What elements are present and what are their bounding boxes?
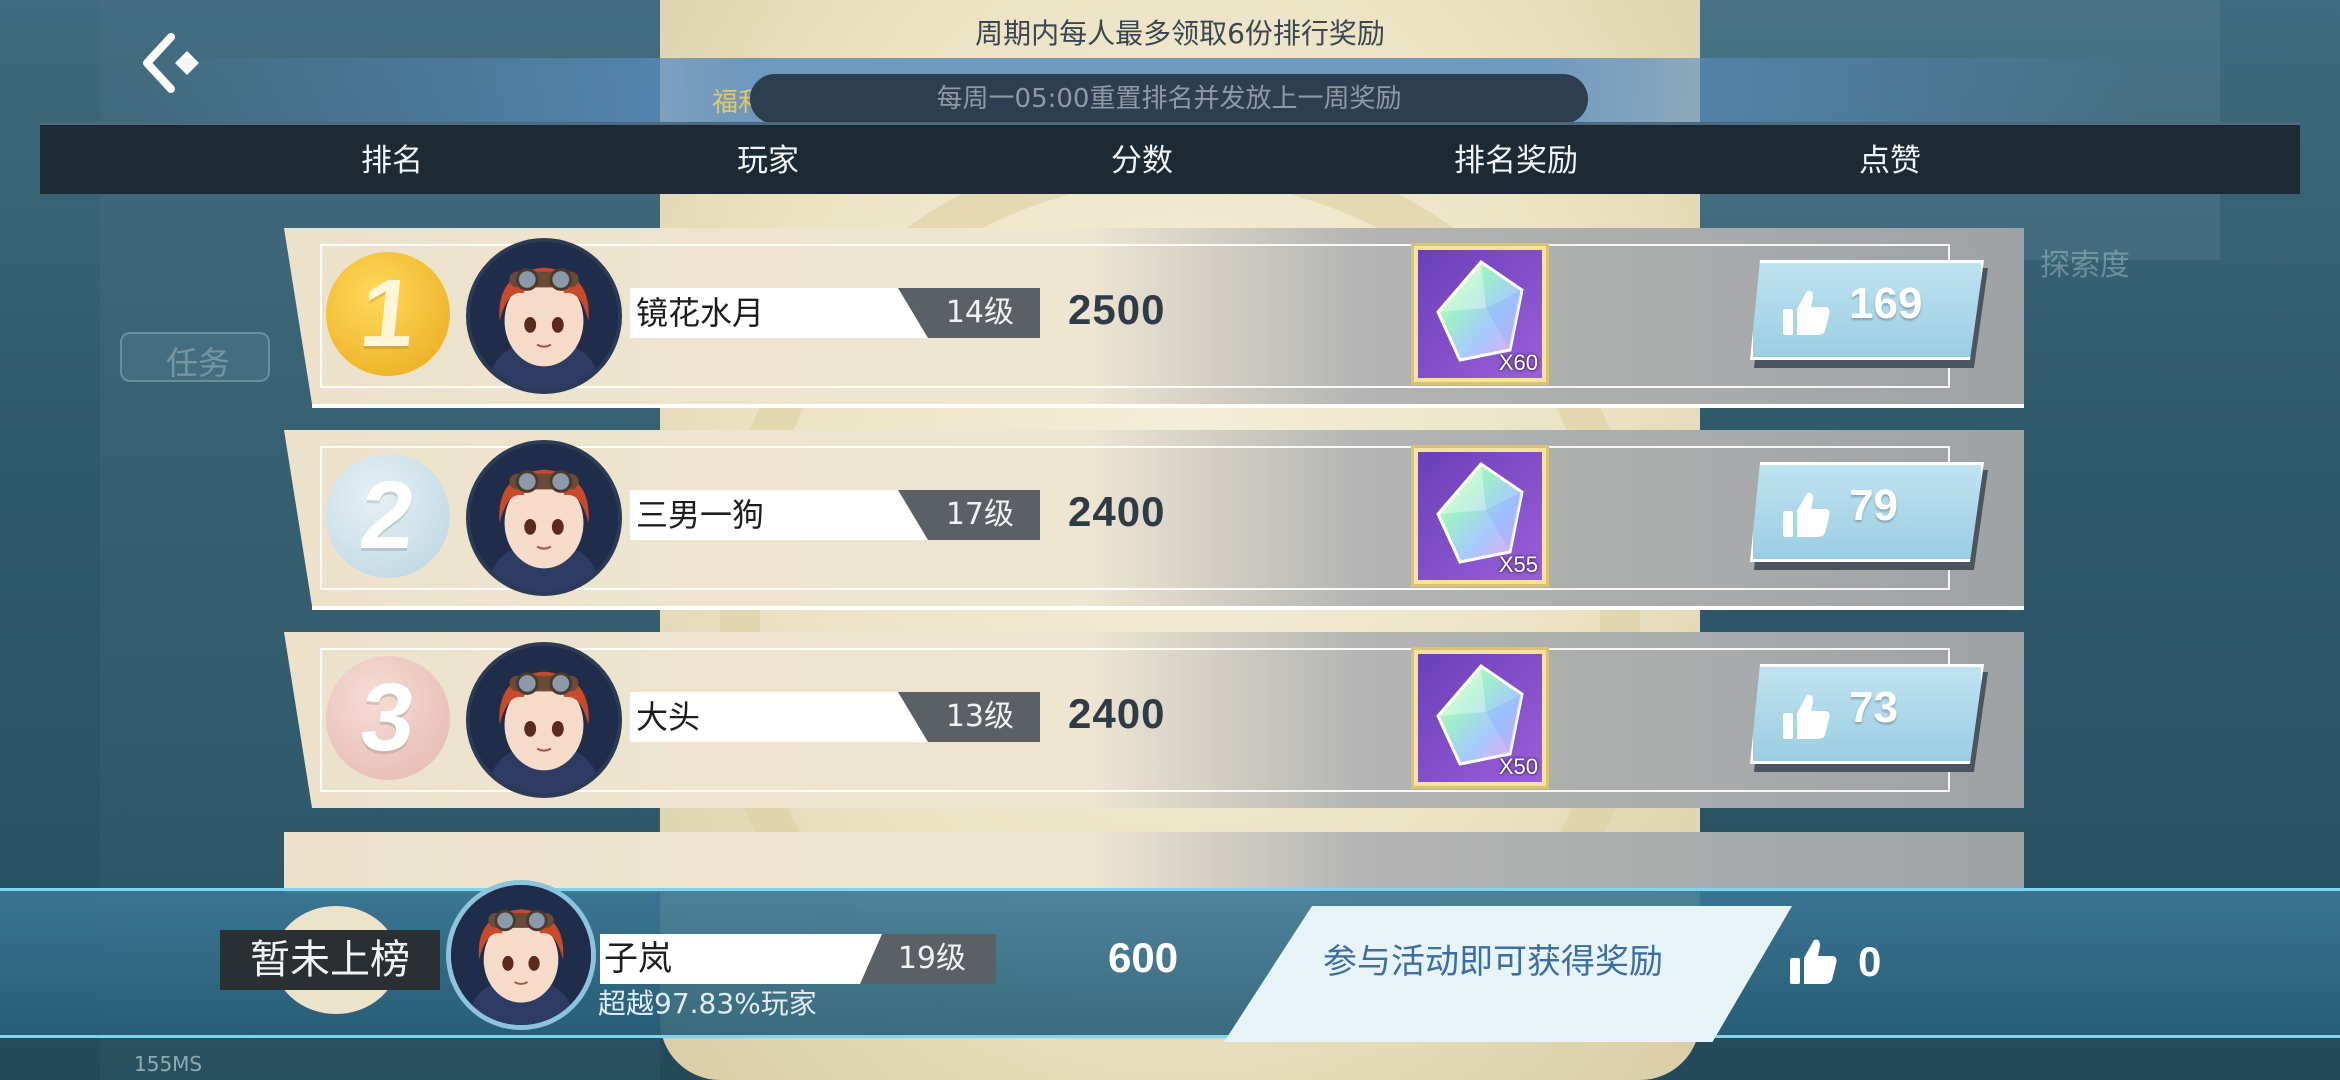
character-portrait-icon bbox=[451, 885, 591, 1025]
reward-count: X55 bbox=[1498, 552, 1538, 577]
self-reward-text: 参与活动即可获得奖励 bbox=[1323, 942, 1663, 982]
header-reward: 排名奖励 bbox=[1454, 143, 1578, 179]
character-portrait-icon bbox=[470, 646, 618, 794]
header-likes: 点赞 bbox=[1859, 143, 1921, 179]
like-button[interactable]: 79 bbox=[1750, 462, 1984, 562]
leaderboard-row: 2 三男一狗 17级 2400 X55 79 bbox=[284, 430, 2024, 610]
self-rank-label: 暂未上榜 bbox=[220, 930, 440, 990]
header-player: 玩家 bbox=[737, 143, 799, 179]
reward-item[interactable]: X60 bbox=[1414, 246, 1546, 382]
leaderboard-row: 3 大头 13级 2400 X50 73 bbox=[284, 632, 2024, 808]
reward-count: X50 bbox=[1498, 754, 1538, 779]
reset-notice: 每周一05:00重置排名并发放上一周奖励 bbox=[750, 74, 1588, 124]
background-exploration-label: 探索度 bbox=[2040, 248, 2130, 283]
player-score: 2400 bbox=[1068, 488, 1166, 535]
player-name: 镜花水月 bbox=[636, 294, 765, 332]
rank-number: 1 bbox=[355, 260, 421, 367]
thumbs-up-icon bbox=[1783, 492, 1830, 537]
reward-item[interactable]: X55 bbox=[1414, 448, 1546, 584]
player-avatar[interactable] bbox=[466, 440, 622, 596]
character-portrait-icon bbox=[470, 444, 618, 592]
self-percentile: 超越97.83%玩家 bbox=[598, 987, 817, 1020]
self-score: 600 bbox=[1108, 934, 1179, 981]
reward-count: X60 bbox=[1498, 350, 1538, 375]
leaderboard-header: 排名 玩家 分数 排名奖励 点赞 bbox=[40, 122, 2300, 194]
like-count: 79 bbox=[1849, 481, 1898, 530]
rank-number: 2 bbox=[355, 462, 421, 569]
self-like-count: 0 bbox=[1858, 938, 1882, 985]
self-name: 子岚 bbox=[604, 939, 672, 979]
ping-indicator: 155MS bbox=[134, 1052, 203, 1076]
like-count: 169 bbox=[1849, 279, 1923, 328]
player-avatar[interactable] bbox=[466, 642, 622, 798]
row-divider bbox=[312, 404, 2024, 408]
thumbs-up-icon bbox=[1790, 939, 1837, 984]
background-task-label: 任务 bbox=[166, 344, 231, 382]
self-level: 19级 bbox=[860, 934, 996, 984]
header-score: 分数 bbox=[1111, 143, 1173, 179]
like-button[interactable]: 73 bbox=[1750, 664, 1984, 764]
rank-medal-gold: 1 bbox=[326, 252, 450, 376]
header-rank: 排名 bbox=[361, 143, 423, 179]
rank-medal-bronze: 3 bbox=[326, 656, 450, 780]
row-divider bbox=[312, 606, 2024, 610]
thumbs-up-icon bbox=[1783, 290, 1830, 335]
like-count: 73 bbox=[1849, 683, 1898, 732]
like-button[interactable]: 169 bbox=[1750, 260, 1984, 360]
player-avatar[interactable] bbox=[466, 238, 622, 394]
rank-number: 3 bbox=[355, 664, 421, 771]
player-name: 大头 bbox=[636, 698, 701, 736]
rank-medal-silver: 2 bbox=[326, 454, 450, 578]
player-score: 2500 bbox=[1068, 286, 1166, 333]
player-name: 三男一狗 bbox=[636, 496, 765, 534]
thumbs-up-icon bbox=[1783, 694, 1830, 739]
self-avatar[interactable] bbox=[446, 880, 596, 1030]
leaderboard-row: 1 镜花水月 14级 2500 X60 169 bbox=[284, 228, 2024, 408]
top-notice: 周期内每人最多领取6份排行奖励 bbox=[975, 17, 1385, 50]
character-portrait-icon bbox=[470, 242, 618, 390]
player-score: 2400 bbox=[1068, 690, 1166, 737]
reward-item[interactable]: X50 bbox=[1414, 650, 1546, 786]
